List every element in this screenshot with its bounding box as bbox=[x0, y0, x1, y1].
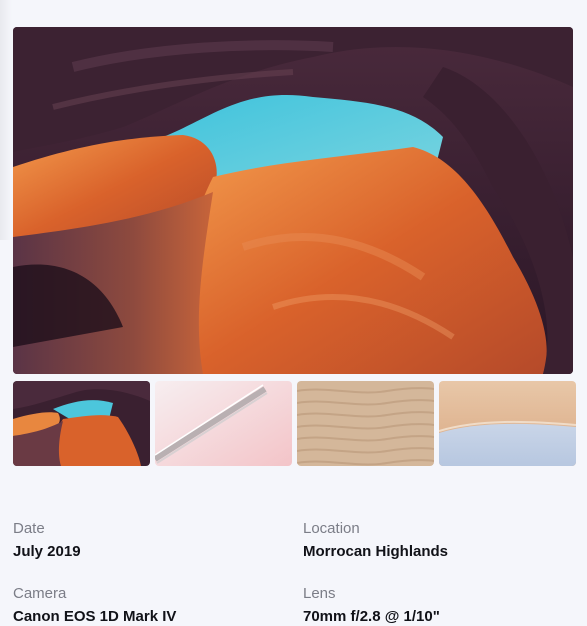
lens-label: Lens bbox=[303, 585, 336, 602]
lens-value: 70mm f/2.8 @ 1/10" bbox=[303, 608, 440, 625]
thumbnail-desert-dune[interactable] bbox=[439, 381, 576, 466]
lens-detail: Lens 70mm f/2.8 @ 1/10" bbox=[303, 585, 440, 626]
date-detail: Date July 2019 bbox=[13, 520, 81, 561]
thumbnail-canyon[interactable] bbox=[13, 381, 150, 466]
location-value: Morrocan Highlands bbox=[303, 543, 449, 560]
date-label: Date bbox=[13, 520, 45, 537]
date-value: July 2019 bbox=[13, 543, 81, 560]
thumbnail-pink-stairs[interactable] bbox=[155, 381, 292, 466]
camera-detail: Camera Canon EOS 1D Mark IV bbox=[13, 585, 176, 626]
camera-value: Canon EOS 1D Mark IV bbox=[13, 608, 177, 625]
location-detail: Location Morrocan Highlands bbox=[303, 520, 448, 561]
location-label: Location bbox=[303, 520, 360, 537]
main-photo bbox=[13, 27, 573, 374]
camera-label: Camera bbox=[13, 585, 67, 602]
panel-edge-shadow bbox=[0, 0, 12, 240]
thumbnail-strip bbox=[13, 381, 587, 466]
thumbnail-sand-ripples[interactable] bbox=[297, 381, 434, 466]
